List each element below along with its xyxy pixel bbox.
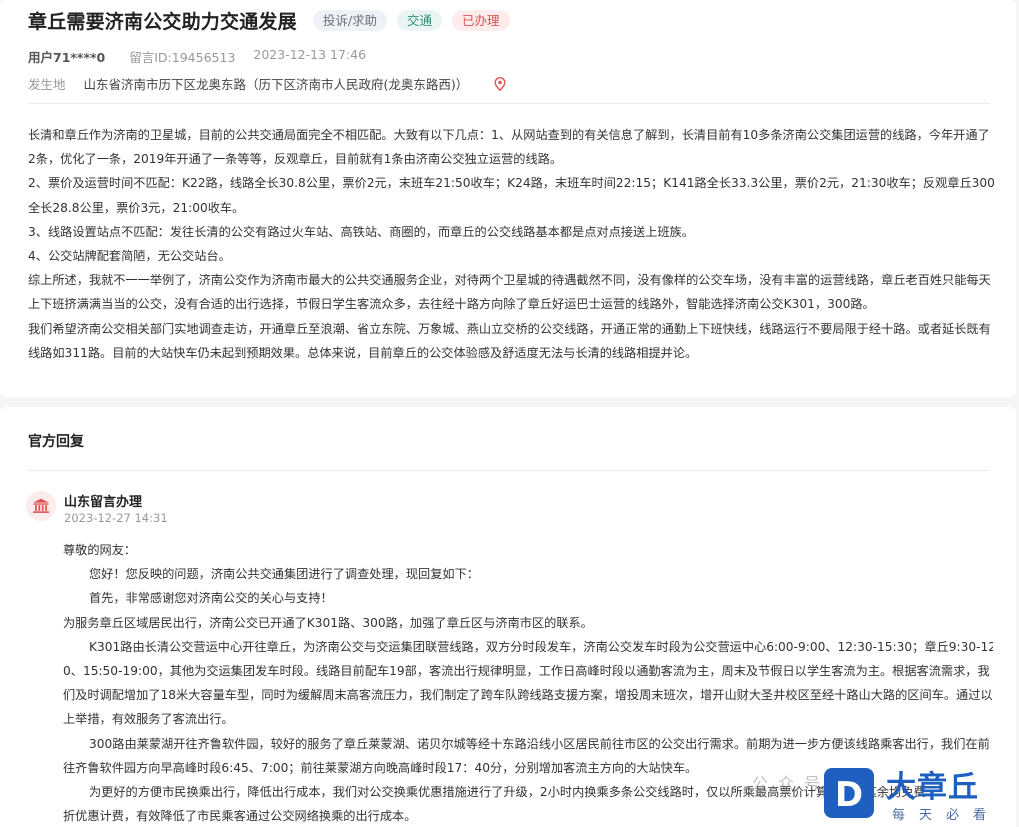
status-badge: 已办理 xyxy=(452,10,510,31)
location-label: 发生地 xyxy=(28,77,66,92)
message-body-line: 我们希望济南公交相关部门实地调查走访，开通章丘至浪潮、省立东院、万象城、燕山立交… xyxy=(28,321,991,336)
divider xyxy=(28,470,990,471)
post-datetime: 2023-12-13 17:46 xyxy=(253,47,367,62)
message-body-line: 2、票价及运营时间不匹配：K22路，线路全长30.8公里，票价2元，末班车21:… xyxy=(28,176,994,191)
reply-body-line: K301路由长清公交营运中心开往章丘，为济南公交与交运集团联营线路，双方分时段发… xyxy=(89,639,993,654)
reply-body-line: 上举措，有效服务了客流出行。 xyxy=(63,712,234,727)
message-body-line: 2条，优化了一条，2019年开通了一条等等，反观章丘，目前就有1条由济南公交独立… xyxy=(28,152,563,167)
reply-section-title: 官方回复 xyxy=(28,434,84,450)
reply-body-line: 为更好的方便市民换乘出行，降低出行成本，我们对公交换乘优惠措施进行了升级，2小时… xyxy=(89,785,926,800)
reply-body-line: 首先，非常感谢您对济南公交的关心与支持！ xyxy=(89,591,333,606)
map-pin-icon[interactable] xyxy=(494,76,506,91)
message-body-line: 线路如311路。目前的大站快车仍未起到预期效果。总体来说，目前章丘的公交体验感及… xyxy=(28,345,698,360)
divider xyxy=(28,103,990,104)
government-building-icon xyxy=(26,491,56,521)
reply-body-line: 为服务章丘区域居民出行，济南公交已开通了K301路、300路，加强了章丘区与济南… xyxy=(63,615,593,630)
reply-body-line: 0、15:50-19:00，其他为交运集团发车时段。线路目前配车19部，客流出行… xyxy=(63,664,990,679)
reply-body-line: 尊敬的网友： xyxy=(63,543,137,557)
location-value: 山东省济南市历下区龙奥东路（历下区济南市人民政府(龙奥东路西)） xyxy=(83,77,469,92)
message-body-line: 全长28.8公里，票价3元，21:00收车。 xyxy=(28,200,245,215)
message-id: 留言ID:19456513 xyxy=(129,50,236,65)
reply-body-line: 300路由莱蒙湖开往齐鲁软件园，较好的服务了章丘莱蒙湖、诺贝尔城等经十东路沿线小… xyxy=(89,736,990,751)
reply-org-name: 山东留言办理 xyxy=(64,495,143,510)
meta-row: 用户71****0 留言ID:19456513 2023-12-13 17:46 xyxy=(28,47,366,66)
message-body-line: 3、线路设置站点不匹配：发往长清的公交有路过火车站、高铁站、商圈的，而章丘的公交… xyxy=(28,224,694,239)
message-body-line: 上下班挤满满当当的公交，没有合适的出行选择，节假日学生客流众多，去往经十路方向除… xyxy=(28,297,875,312)
title-row: 章丘需要济南公交助力交通发展 投诉/求助 交通 已办理 xyxy=(28,7,510,34)
message-body-line: 综上所述，我就不一一举例了，济南公交作为济南市最大的公共交通服务企业，对待两个卫… xyxy=(28,273,991,288)
reply-card: 官方回复 山东留言办理 2023-12-27 14:31 尊敬的网友： 您好！您反… xyxy=(0,407,1016,827)
message-body-line: 长清和章丘作为济南的卫星城，目前的公共交通局面完全不相匹配。大致有以下几点：1、… xyxy=(28,128,990,142)
page-title: 章丘需要济南公交助力交通发展 xyxy=(28,11,297,33)
tag-complaint[interactable]: 投诉/求助 xyxy=(312,10,388,31)
tag-traffic[interactable]: 交通 xyxy=(397,10,443,31)
reply-body: 尊敬的网友： 您好！您反映的问题，济南公共交通集团进行了调查处理，现回复如下： 首先… xyxy=(63,538,993,827)
reply-body-line: 您好！您反映的问题，济南公共交通集团进行了调查处理，现回复如下： xyxy=(89,567,479,582)
username: 用户71****0 xyxy=(28,50,106,65)
location-row: 发生地 山东省济南市历下区龙奥东路（历下区济南市人民政府(龙奥东路西)） xyxy=(28,74,506,93)
reply-datetime: 2023-12-27 14:31 xyxy=(64,511,168,525)
reply-body-line: 往齐鲁软件园方向早高峰时段6:45、7:00；前往莱蒙湖方向晚高峰时段17：40… xyxy=(63,760,698,775)
message-card: 章丘需要济南公交助力交通发展 投诉/求助 交通 已办理 用户71****0 留言… xyxy=(0,0,1016,397)
reply-body-line: 们及时调配增加了18米大容量车型，同时为缓解周末高客流压力，我们制定了跨车队跨线… xyxy=(63,688,993,703)
message-body: 长清和章丘作为济南的卫星城，目前的公共交通局面完全不相匹配。大致有以下几点：1、… xyxy=(28,123,994,365)
message-body-line: 4、公交站牌配套简陋，无公交站台。 xyxy=(28,249,231,264)
reply-body-line: 折优惠计费，有效降低了市民乘客通过公交网络换乘的出行成本。 xyxy=(63,809,417,824)
